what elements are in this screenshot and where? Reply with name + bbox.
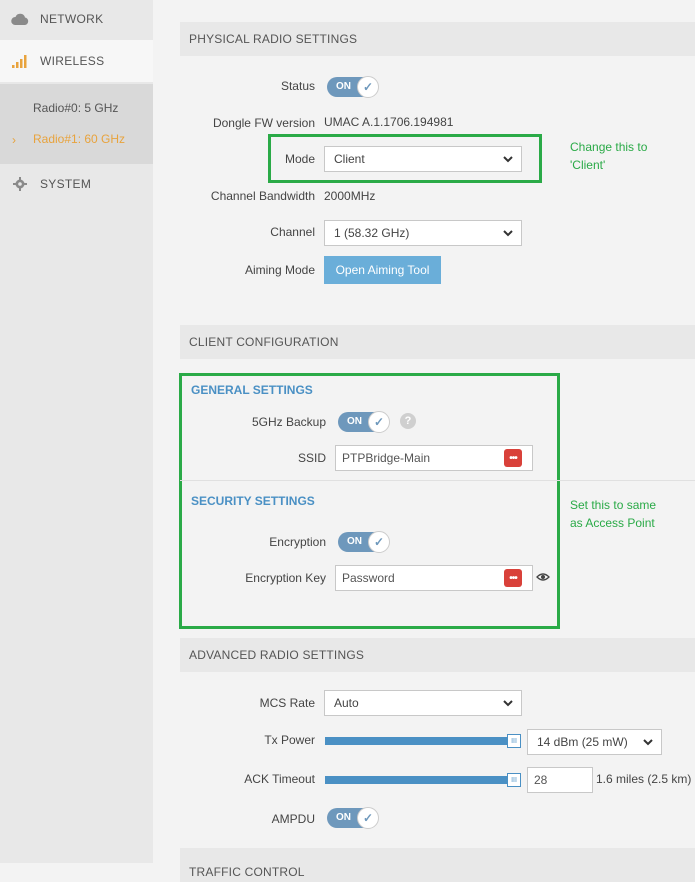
ampdu-label: AMPDU (271, 812, 315, 826)
signal-bars-icon (11, 52, 29, 70)
backup-label: 5GHz Backup (251, 415, 326, 429)
ack-input[interactable]: 28 (527, 767, 593, 793)
dots-menu-icon[interactable]: ••• (504, 569, 522, 587)
cloud-icon (11, 10, 29, 28)
bandwidth-label: Channel Bandwidth (210, 189, 315, 203)
settings-divider (180, 480, 695, 481)
nav-network[interactable]: NETWORK (0, 0, 153, 38)
sidebar-item-radio1[interactable]: Radio#1: 60 GHz (33, 132, 125, 146)
dots-menu-icon[interactable]: ••• (504, 449, 522, 467)
mcs-label: MCS Rate (259, 696, 315, 710)
backup-toggle-text: ON (347, 416, 362, 427)
nav-system[interactable]: SYSTEM (0, 164, 153, 204)
encryption-label: Encryption (269, 535, 326, 549)
ack-distance: 1.6 miles (2.5 km) (596, 772, 692, 786)
physical-radio-header-text: PHYSICAL RADIO SETTINGS (189, 32, 358, 46)
chevron-down-icon (503, 700, 513, 707)
physical-radio-header: PHYSICAL RADIO SETTINGS (180, 22, 695, 56)
aiming-label: Aiming Mode (244, 263, 315, 277)
nav-wireless-label: WIRELESS (40, 54, 105, 68)
eye-icon[interactable] (536, 572, 550, 582)
traffic-control-header: TRAFFIC CONTROL (180, 848, 695, 882)
channel-label: Channel (270, 225, 315, 239)
mcs-select[interactable]: Auto (324, 690, 522, 716)
ssid-input[interactable]: PTPBridge-Main ••• (335, 445, 533, 471)
ack-input-value: 28 (534, 773, 548, 787)
check-icon: ✓ (357, 76, 379, 98)
nav-system-label: SYSTEM (40, 177, 92, 191)
txpower-slider[interactable] (325, 737, 513, 745)
txpower-select[interactable]: 14 dBm (25 mW) (527, 729, 662, 755)
general-settings-title: GENERAL SETTINGS (191, 383, 313, 397)
encryption-toggle-text: ON (347, 536, 362, 547)
bandwidth-value: 2000MHz (324, 189, 376, 203)
mode-highlight-box (268, 134, 542, 183)
status-toggle-text: ON (336, 81, 351, 92)
check-icon: ✓ (368, 411, 390, 433)
nav-wireless[interactable]: WIRELESS (0, 40, 153, 82)
chevron-right-icon: › (12, 133, 16, 147)
ack-slider[interactable] (325, 776, 513, 784)
status-label: Status (280, 79, 315, 93)
ssid-label: SSID (297, 451, 326, 465)
ampdu-toggle[interactable]: ON ✓ (327, 807, 379, 829)
check-icon: ✓ (368, 531, 390, 553)
ack-label: ACK Timeout (244, 772, 315, 786)
traffic-control-header-text: TRAFFIC CONTROL (189, 865, 305, 879)
encryption-toggle[interactable]: ON ✓ (338, 531, 390, 553)
encryption-key-input[interactable]: Password ••• (335, 565, 533, 591)
advanced-radio-header-text: ADVANCED RADIO SETTINGS (189, 648, 365, 662)
help-icon[interactable]: ? (400, 413, 416, 429)
sidebar-item-radio0[interactable]: Radio#0: 5 GHz (33, 101, 118, 115)
client-config-header-text: CLIENT CONFIGURATION (189, 335, 339, 349)
mode-annotation: Change this to 'Client' (570, 138, 647, 174)
ssid-annotation: Set this to same as Access Point (570, 496, 656, 532)
gear-icon (11, 175, 29, 193)
channel-select[interactable]: 1 (58.32 GHz) (324, 220, 522, 246)
txpower-label: Tx Power (264, 733, 315, 747)
channel-select-value: 1 (58.32 GHz) (334, 226, 410, 240)
sidebar: NETWORK WIRELESS Radio#0: 5 GHz › Radio#… (0, 0, 153, 863)
txpower-select-value: 14 dBm (25 mW) (537, 735, 628, 749)
chevron-down-icon (503, 230, 513, 237)
ssid-annotation-line1: Set this to same (570, 498, 657, 512)
nav-network-label: NETWORK (40, 12, 104, 26)
security-settings-title: SECURITY SETTINGS (191, 494, 315, 508)
wireless-submenu (0, 84, 153, 164)
ack-slider-handle[interactable]: III (507, 773, 521, 787)
client-config-header: CLIENT CONFIGURATION (180, 325, 695, 359)
backup-toggle[interactable]: ON ✓ (338, 411, 390, 433)
encryption-key-value: Password (342, 571, 395, 585)
mcs-select-value: Auto (334, 696, 359, 710)
mode-annotation-line1: Change this to (570, 140, 648, 154)
chevron-down-icon (643, 739, 653, 746)
ssid-input-value: PTPBridge-Main (342, 451, 431, 465)
ampdu-toggle-text: ON (336, 812, 351, 823)
txpower-slider-handle[interactable]: III (507, 734, 521, 748)
encryption-key-label: Encryption Key (245, 571, 326, 585)
status-toggle[interactable]: ON ✓ (327, 76, 379, 98)
check-icon: ✓ (357, 807, 379, 829)
advanced-radio-header: ADVANCED RADIO SETTINGS (180, 638, 695, 672)
fw-label: Dongle FW version (212, 116, 315, 130)
mode-annotation-line2: 'Client' (570, 158, 606, 172)
ssid-annotation-line2: as Access Point (570, 516, 655, 530)
open-aiming-tool-button[interactable]: Open Aiming Tool (324, 256, 441, 284)
fw-value: UMAC A.1.1706.194981 (324, 115, 454, 129)
